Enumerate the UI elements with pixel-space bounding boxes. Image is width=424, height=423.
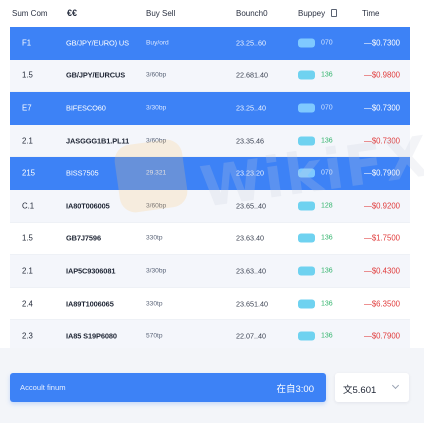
pair-cell: GB/JPY/EURCUS bbox=[66, 70, 126, 80]
quotes-table: F1 GB/JPY/EURO) US Buy/ord 23.25..60 070 —$0.… bbox=[10, 27, 410, 353]
size-cell: Buy/ord bbox=[146, 39, 169, 47]
price-cell: 22.681.40 bbox=[236, 70, 268, 80]
price-cell: 23.65..40 bbox=[236, 201, 266, 211]
pair-cell: GB7J7596 bbox=[66, 233, 101, 243]
status-badge bbox=[298, 266, 315, 276]
header-price[interactable]: Bounch0 bbox=[236, 9, 268, 18]
status-badge bbox=[298, 103, 315, 113]
table-row[interactable]: 2.1 IAP5C9306081 3/30bp 23.63..40 136 —$0.430… bbox=[10, 255, 410, 288]
price-cell: 23.23.20 bbox=[236, 168, 264, 178]
table-row[interactable]: C.1 IA80T006005 3/60bp 23.65..40 128 —$0.9200 bbox=[10, 189, 410, 223]
action-label: Accoult finum bbox=[20, 383, 66, 392]
spread-cell: 2.1 bbox=[22, 136, 33, 146]
price-cell: 23.63..40 bbox=[236, 266, 266, 276]
table-row[interactable]: 1.5 GB7J7596 330tp 23.63.40 136 —$1.7500 bbox=[10, 223, 410, 256]
value-cell: —$0.4300 bbox=[364, 266, 400, 276]
spread-cell: E7 bbox=[22, 103, 32, 113]
pair-cell: JASGGG1B1.PL11 bbox=[66, 136, 130, 146]
status-badge bbox=[298, 233, 315, 243]
change-cell: 136 bbox=[321, 300, 333, 308]
status-badge bbox=[298, 201, 315, 211]
change-cell: 136 bbox=[321, 234, 333, 242]
value-cell: —$6.3500 bbox=[364, 299, 400, 309]
price-cell: 23.35.46 bbox=[236, 136, 264, 146]
size-cell: 3/30bp bbox=[146, 267, 167, 275]
header-icon[interactable] bbox=[331, 8, 337, 17]
change-cell: 136 bbox=[321, 267, 333, 275]
value-cell: —$0.7300 bbox=[364, 103, 400, 113]
pair-cell: BIFESCO60 bbox=[66, 103, 106, 113]
pair-cell: IA85 S19P6080 bbox=[66, 331, 117, 341]
spread-cell: C.1 bbox=[22, 201, 35, 211]
change-cell: 070 bbox=[321, 104, 333, 112]
header-time[interactable]: Time bbox=[362, 9, 379, 18]
size-cell: 3/60bp bbox=[146, 137, 167, 145]
amount-select[interactable]: 文5.601 bbox=[335, 373, 409, 402]
price-cell: 23.25..40 bbox=[236, 103, 266, 113]
change-cell: 128 bbox=[321, 202, 333, 210]
header-pair[interactable]: €€ bbox=[67, 8, 77, 18]
header-change[interactable]: Buppey bbox=[298, 9, 325, 18]
status-badge bbox=[298, 136, 315, 146]
spread-cell: 2.3 bbox=[22, 331, 33, 341]
table-row[interactable]: E7 BIFESCO60 3/30bp 23.25..40 070 —$0.7300 bbox=[10, 92, 410, 125]
table-header: Sum Com €€ Buy Sell Bounch0 Buppey Time bbox=[0, 0, 424, 26]
spread-cell: 2.1 bbox=[22, 266, 33, 276]
chevron-down-icon bbox=[391, 381, 400, 390]
price-cell: 23.651.40 bbox=[236, 299, 268, 309]
price-cell: 22.07..40 bbox=[236, 331, 266, 341]
size-cell: 3/60bp bbox=[146, 202, 167, 210]
pair-cell: IAP5C9306081 bbox=[66, 266, 116, 276]
change-cell: 136 bbox=[321, 71, 333, 79]
table-row[interactable]: 2.1 JASGGG1B1.PL11 3/60bp 23.35.46 136 —$0.73… bbox=[10, 124, 410, 158]
spread-cell: 215 bbox=[22, 168, 36, 178]
change-cell: 136 bbox=[321, 332, 333, 340]
phone-icon bbox=[331, 8, 337, 17]
pair-cell: IA80T006005 bbox=[66, 201, 110, 211]
spread-cell: 1.5 bbox=[22, 70, 33, 80]
table-row[interactable]: F1 GB/JPY/EURO) US Buy/ord 23.25..60 070 —$0.… bbox=[10, 27, 410, 60]
value-cell: —$1.7500 bbox=[364, 233, 400, 243]
pair-cell: GB/JPY/EURO) US bbox=[66, 38, 129, 48]
value-cell: —$0.9800 bbox=[364, 70, 400, 80]
change-cell: 070 bbox=[321, 169, 333, 177]
status-badge bbox=[298, 70, 315, 80]
spread-cell: F1 bbox=[22, 38, 32, 48]
size-cell: 330tp bbox=[146, 234, 163, 242]
size-cell: 3/30bp bbox=[146, 104, 167, 112]
change-cell: 136 bbox=[321, 137, 333, 145]
header-spread[interactable]: Sum Com bbox=[12, 9, 48, 18]
price-cell: 23.25..60 bbox=[236, 38, 266, 48]
size-cell: 330tp bbox=[146, 300, 163, 308]
select-value: 文5.601 bbox=[343, 385, 377, 396]
account-action-button[interactable]: Accoult finum 在自3:00 bbox=[10, 373, 326, 402]
table-row[interactable]: 215 BISS7505 29.321 23.23.20 070 —$0.7900 bbox=[10, 157, 410, 190]
status-badge bbox=[298, 168, 315, 178]
pair-cell: IA89T1006065 bbox=[66, 299, 114, 309]
spread-cell: 1.5 bbox=[22, 233, 33, 243]
size-cell: 570tp bbox=[146, 332, 163, 340]
action-value: 在自3:00 bbox=[276, 384, 315, 395]
header-buy-sell[interactable]: Buy Sell bbox=[146, 9, 175, 18]
value-cell: —$0.7900 bbox=[364, 331, 400, 341]
value-cell: —$0.9200 bbox=[364, 201, 400, 211]
size-cell: 3/60bp bbox=[146, 71, 167, 79]
table-row[interactable]: 1.5 GB/JPY/EURCUS 3/60bp 22.681.40 136 —$0.98… bbox=[10, 59, 410, 93]
value-cell: —$0.7300 bbox=[364, 38, 400, 48]
pair-cell: BISS7505 bbox=[66, 168, 99, 178]
spread-cell: 2.4 bbox=[22, 299, 33, 309]
status-badge bbox=[298, 299, 315, 309]
status-badge bbox=[298, 38, 315, 48]
status-badge bbox=[298, 331, 315, 341]
change-cell: 070 bbox=[321, 39, 333, 47]
table-row[interactable]: 2.4 IA89T1006065 330tp 23.651.40 136 —$6.3500 bbox=[10, 288, 410, 321]
value-cell: —$0.7900 bbox=[364, 168, 400, 178]
price-cell: 23.63.40 bbox=[236, 233, 264, 243]
value-cell: —$0.7300 bbox=[364, 136, 400, 146]
size-cell: 29.321 bbox=[146, 169, 167, 177]
